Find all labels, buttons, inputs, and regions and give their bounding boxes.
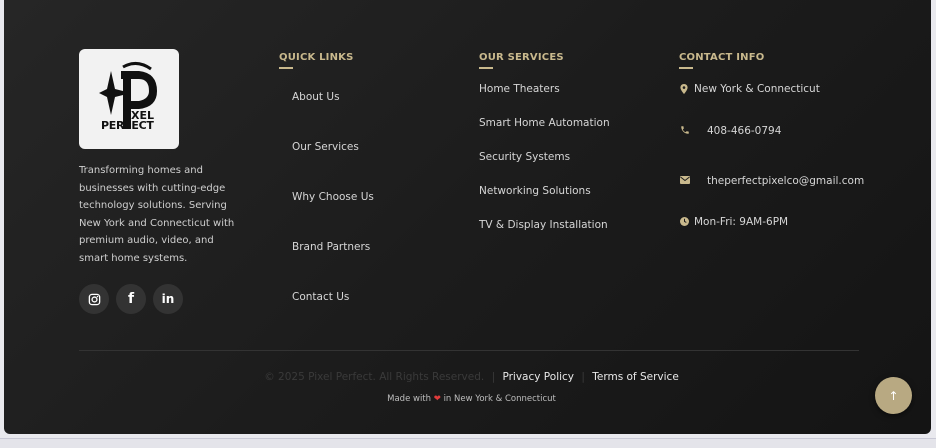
linkedin-icon: in	[161, 292, 175, 306]
service-home-theaters[interactable]: Home Theaters	[479, 83, 560, 95]
clock-icon	[680, 217, 689, 226]
copyright-text: © 2025 Pixel Perfect. All Rights Reserve…	[264, 371, 485, 383]
brand-description: Transforming homes and businesses with c…	[79, 165, 235, 264]
instagram-button[interactable]	[79, 284, 109, 314]
quick-link-about[interactable]: About Us	[292, 91, 340, 103]
service-security[interactable]: Security Systems	[479, 151, 570, 163]
privacy-policy-link[interactable]: Privacy Policy	[502, 371, 574, 383]
quick-link-brand-partners[interactable]: Brand Partners	[292, 241, 370, 253]
separator: |	[491, 371, 496, 383]
phone-icon	[681, 126, 689, 134]
arrow-up-icon: ↑	[888, 388, 899, 403]
contact-phone[interactable]: 408-466-0794	[707, 125, 781, 137]
contact-location: New York & Connecticut	[694, 83, 820, 95]
site-footer: XEL PERFECT Transforming homes and busin…	[4, 0, 931, 434]
quick-link-contact[interactable]: Contact Us	[292, 291, 349, 303]
heart-icon: ❤	[433, 394, 441, 404]
email-icon	[680, 176, 690, 184]
made-with-suffix: in New York & Connecticut	[443, 394, 556, 404]
facebook-icon: f	[127, 291, 135, 307]
made-with-text: Made with ❤ in New York & Connecticut	[4, 394, 936, 404]
quick-link-why-choose[interactable]: Why Choose Us	[292, 191, 374, 203]
facebook-button[interactable]: f	[116, 284, 146, 314]
pixel-perfect-logo[interactable]: XEL PERFECT	[79, 49, 179, 149]
terms-of-service-link[interactable]: Terms of Service	[592, 371, 679, 383]
location-pin-icon	[680, 84, 688, 94]
footer-divider	[79, 350, 859, 351]
linkedin-button[interactable]: in	[153, 284, 183, 314]
copyright-bar: © 2025 Pixel Perfect. All Rights Reserve…	[4, 371, 936, 383]
service-networking[interactable]: Networking Solutions	[479, 185, 591, 197]
quick-links-heading: QUICK LINKS	[279, 52, 354, 69]
logo-mark-icon	[99, 62, 157, 129]
instagram-icon	[88, 293, 100, 305]
services-heading: OUR SERVICES	[479, 52, 564, 69]
contact-email[interactable]: theperfectpixelco@gmail.com	[707, 175, 864, 187]
separator: |	[581, 371, 585, 383]
contact-hours: Mon-Fri: 9AM-6PM	[694, 216, 789, 228]
contact-heading: CONTACT INFO	[679, 52, 765, 69]
service-tv-display[interactable]: TV & Display Installation	[479, 219, 608, 231]
service-smart-home[interactable]: Smart Home Automation	[479, 117, 610, 129]
logo-text-perfect: PERFECT	[101, 119, 154, 132]
made-with-prefix: Made with	[387, 394, 432, 404]
scroll-to-top-button[interactable]: ↑	[875, 377, 912, 414]
quick-link-services[interactable]: Our Services	[292, 141, 359, 153]
